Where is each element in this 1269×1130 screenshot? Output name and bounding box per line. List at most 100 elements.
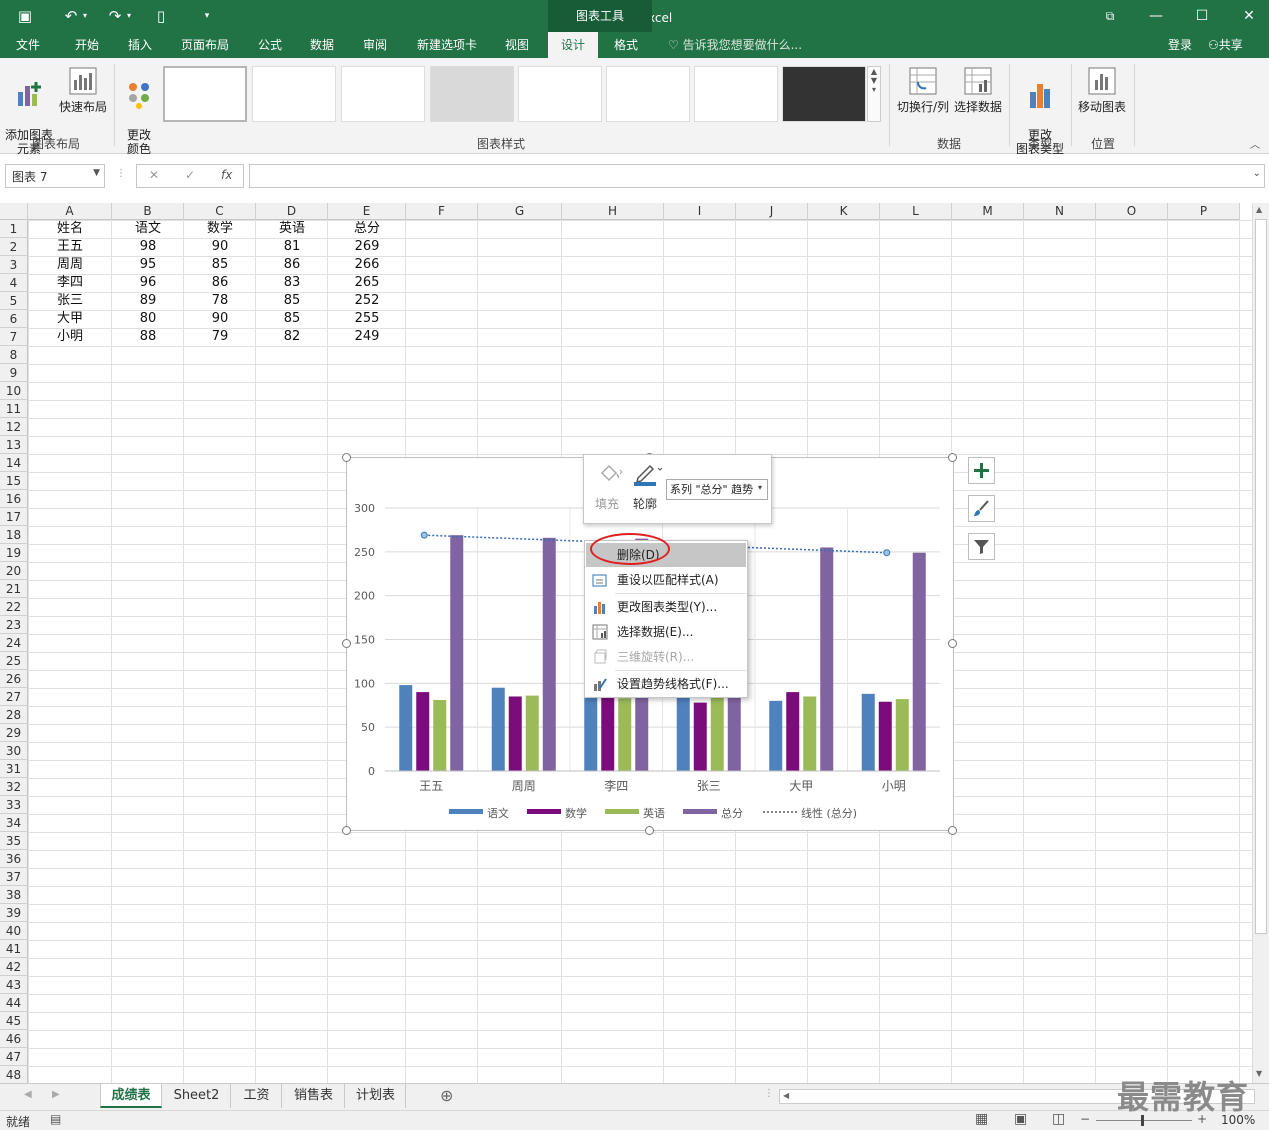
row-header-4[interactable]: 4 [0,274,28,292]
row-header-5[interactable]: 5 [0,292,28,310]
row-header-9[interactable]: 9 [0,364,28,382]
cell-C4[interactable]: 86 [184,274,256,292]
cell-C1[interactable]: 数学 [184,220,256,238]
resize-handle-r[interactable] [948,639,957,648]
page-break-view-icon[interactable]: ◫ [1052,1111,1065,1127]
row-header-44[interactable]: 44 [0,994,28,1012]
login-link[interactable]: 登录 [1168,32,1192,58]
row-header-7[interactable]: 7 [0,328,28,346]
switch-row-column-button[interactable]: 切换行/列 [894,66,952,114]
resize-handle-b[interactable] [645,826,654,835]
row-header-32[interactable]: 32 [0,778,28,796]
cell-A1[interactable]: 姓名 [28,220,112,238]
row-header-14[interactable]: 14 [0,454,28,472]
cell-A2[interactable]: 王五 [28,238,112,256]
sheet-tab-1[interactable]: 成绩表 [100,1084,162,1108]
page-layout-view-icon[interactable]: ▣ [1014,1111,1027,1127]
zoom-slider-track[interactable] [1096,1120,1192,1121]
cell-D7[interactable]: 82 [256,328,328,346]
scroll-up-icon[interactable]: ▲ [1256,205,1262,214]
row-header-6[interactable]: 6 [0,310,28,328]
row-header-22[interactable]: 22 [0,598,28,616]
row-header-31[interactable]: 31 [0,760,28,778]
normal-view-icon[interactable]: ▦ [975,1111,988,1127]
resize-handle-br[interactable] [948,826,957,835]
column-header-P[interactable]: P [1168,203,1240,220]
column-header-D[interactable]: D [256,203,328,220]
select-all-corner[interactable] [0,203,28,220]
column-header-K[interactable]: K [808,203,880,220]
cell-C6[interactable]: 90 [184,310,256,328]
quick-layout-button[interactable]: 快速布局 [56,66,110,114]
row-header-48[interactable]: 48 [0,1066,28,1083]
cell-B1[interactable]: 语文 [112,220,184,238]
row-header-21[interactable]: 21 [0,580,28,598]
row-header-35[interactable]: 35 [0,832,28,850]
chart-styles-button[interactable] [968,495,995,522]
row-header-2[interactable]: 2 [0,238,28,256]
cell-C3[interactable]: 85 [184,256,256,274]
sheet-tab-5[interactable]: 计划表 [346,1084,406,1108]
menu-item-change-chart-type[interactable]: 更改图表类型(Y)... [586,595,746,619]
cell-B4[interactable]: 96 [112,274,184,292]
name-box[interactable]: 图表 7 ▼ [5,164,105,188]
row-header-15[interactable]: 15 [0,472,28,490]
scroll-left-icon[interactable]: ◀ [783,1091,789,1100]
row-header-41[interactable]: 41 [0,940,28,958]
row-header-27[interactable]: 27 [0,688,28,706]
cell-A3[interactable]: 周周 [28,256,112,274]
cell-C7[interactable]: 79 [184,328,256,346]
resize-handle-tl[interactable] [342,453,351,462]
tab-insert[interactable]: 插入 [117,32,163,58]
chart-style-2[interactable] [252,66,336,122]
select-data-button[interactable]: 选择数据 [952,66,1004,114]
row-header-11[interactable]: 11 [0,400,28,418]
fill-bucket-icon[interactable] [596,461,624,485]
tab-home[interactable]: 开始 [64,32,110,58]
cell-B5[interactable]: 89 [112,292,184,310]
row-header-16[interactable]: 16 [0,490,28,508]
row-header-18[interactable]: 18 [0,526,28,544]
tab-file[interactable]: 文件 [6,32,50,58]
cell-D4[interactable]: 83 [256,274,328,292]
cell-B2[interactable]: 98 [112,238,184,256]
cell-D1[interactable]: 英语 [256,220,328,238]
close-icon[interactable]: ✕ [1237,6,1261,26]
sheet-tab-4[interactable]: 销售表 [283,1084,345,1108]
row-header-26[interactable]: 26 [0,670,28,688]
cell-C5[interactable]: 78 [184,292,256,310]
row-header-24[interactable]: 24 [0,634,28,652]
chart-style-8[interactable] [782,66,866,122]
chart-style-4[interactable] [430,66,514,122]
column-header-M[interactable]: M [952,203,1024,220]
menu-item-reset-style[interactable]: 重设以匹配样式(A) [586,568,746,592]
row-header-13[interactable]: 13 [0,436,28,454]
tab-data[interactable]: 数据 [300,32,344,58]
tab-view[interactable]: 视图 [495,32,539,58]
chevron-down-icon[interactable]: ▾ [758,483,762,492]
column-header-E[interactable]: E [328,203,406,220]
column-header-B[interactable]: B [112,203,184,220]
resize-handle-tr[interactable] [948,453,957,462]
row-header-30[interactable]: 30 [0,742,28,760]
scroll-down-icon[interactable]: ▼ [1256,1069,1262,1078]
vertical-scrollbar[interactable]: ▲ ▼ [1252,203,1269,1083]
cell-B7[interactable]: 88 [112,328,184,346]
cell-D2[interactable]: 81 [256,238,328,256]
row-header-39[interactable]: 39 [0,904,28,922]
row-header-46[interactable]: 46 [0,1030,28,1048]
row-header-37[interactable]: 37 [0,868,28,886]
row-header-38[interactable]: 38 [0,886,28,904]
chevron-down-icon[interactable]: ▼ [93,168,100,178]
resize-handle-l[interactable] [342,639,351,648]
prev-sheet-icon[interactable]: ◀ [24,1089,32,1100]
column-header-G[interactable]: G [478,203,562,220]
row-header-23[interactable]: 23 [0,616,28,634]
row-header-45[interactable]: 45 [0,1012,28,1030]
chart-style-6[interactable] [606,66,690,122]
row-header-36[interactable]: 36 [0,850,28,868]
column-header-C[interactable]: C [184,203,256,220]
menu-item-select-data[interactable]: 选择数据(E)... [586,620,746,644]
tab-page-layout[interactable]: 页面布局 [172,32,238,58]
row-header-20[interactable]: 20 [0,562,28,580]
